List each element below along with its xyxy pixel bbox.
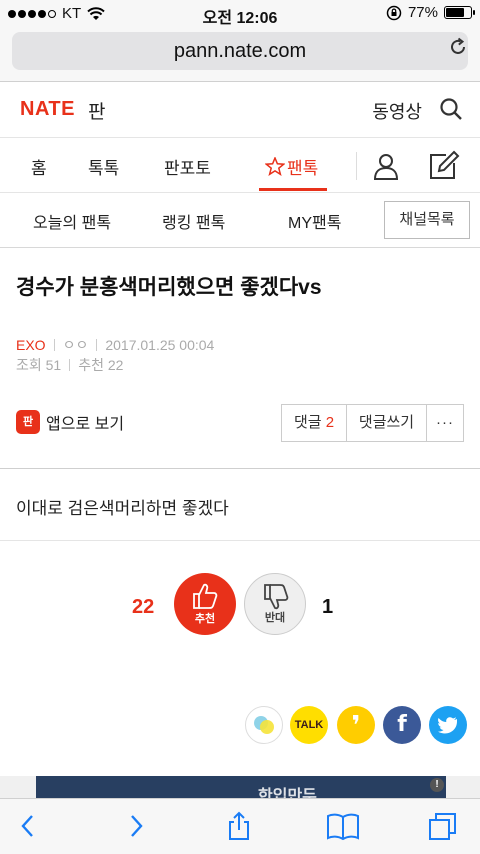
share-band-icon[interactable] <box>245 706 283 744</box>
thumbs-down-icon <box>264 584 289 610</box>
downvote-button[interactable]: 반대 <box>244 573 306 635</box>
browser-toolbar <box>0 798 480 854</box>
tab-pan-photo[interactable]: 판포토 <box>164 154 211 179</box>
band-logo-icon <box>254 716 274 734</box>
search-icon[interactable] <box>438 96 464 122</box>
subtab-ranking-fantalk[interactable]: 랭킹 팬톡 <box>162 209 225 233</box>
main-tabs: 홈 톡톡 판포토 팬톡 <box>0 138 480 193</box>
meta-divider <box>53 339 55 351</box>
post-views: 조회 51 <box>16 357 62 373</box>
app-view-link[interactable]: 판 앱으로 보기 <box>16 410 124 434</box>
url-field[interactable]: pann.nate.com <box>12 32 468 70</box>
upvote-count: 22 <box>132 596 155 618</box>
video-link[interactable]: 동영상 <box>372 98 422 124</box>
nate-logo[interactable]: NATE <box>20 98 75 121</box>
post-recommends: 추천 22 <box>78 357 124 373</box>
status-right: 77% <box>386 4 475 21</box>
meta-divider <box>69 359 71 371</box>
tab-home[interactable]: 홈 <box>31 154 47 179</box>
star-icon <box>265 157 285 176</box>
write-comment-button[interactable]: 댓글쓰기 <box>347 405 427 441</box>
battery-icon <box>444 6 475 19</box>
share-facebook-icon[interactable]: f <box>383 706 421 744</box>
post-author: ㅇㅇ <box>62 337 89 353</box>
post-title: 경수가 분홍색머리했으면 좋겠다vs <box>16 276 322 299</box>
thumbs-up-icon <box>193 583 218 609</box>
pan-app-icon: 판 <box>16 410 40 434</box>
downvote-count: 1 <box>322 596 334 618</box>
subtab-my-fantalk[interactable]: MY팬톡 <box>288 209 341 233</box>
status-bar: KT 오전 12:06 77% <box>0 0 480 28</box>
comments-button[interactable]: 댓글 2 <box>282 405 347 441</box>
share-twitter-icon[interactable] <box>429 706 467 744</box>
post-meta: EXO ㅇㅇ 2017.01.25 00:04 <box>16 335 214 355</box>
comments-label: 댓글 <box>293 414 322 431</box>
meta-divider <box>96 339 98 351</box>
content-divider <box>0 468 480 469</box>
back-icon[interactable] <box>14 811 44 841</box>
active-tab-indicator <box>259 188 327 191</box>
channel-list-button[interactable]: 채널목록 <box>384 201 470 239</box>
subtab-today-fantalk[interactable]: 오늘의 팬톡 <box>33 209 111 233</box>
tab-fantalk-label: 팬톡 <box>287 159 319 178</box>
app-view-label: 앱으로 보기 <box>46 416 125 433</box>
sub-tabs: 오늘의 팬톡 랭킹 팬톡 MY팬톡 채널목록 <box>0 193 480 248</box>
user-icon[interactable] <box>372 152 400 180</box>
post-date: 2017.01.25 00:04 <box>105 337 215 353</box>
section-title[interactable]: 판 <box>88 97 105 124</box>
battery-percent: 77% <box>407 4 438 21</box>
more-button[interactable]: ··· <box>427 405 463 441</box>
post-body: 이대로 검은색머리하면 좋겠다 <box>16 499 229 518</box>
tab-divider <box>356 152 357 180</box>
share-icon[interactable] <box>224 811 254 841</box>
ad-text: 한입만두 <box>258 788 317 798</box>
reload-icon[interactable] <box>448 37 468 57</box>
browser-address-bar: pann.nate.com <box>0 28 480 82</box>
forward-icon[interactable] <box>120 811 150 841</box>
post-category[interactable]: EXO <box>16 337 46 353</box>
tabs-icon[interactable] <box>428 811 458 841</box>
share-kakaostory-icon[interactable]: ❜ <box>337 706 375 744</box>
content-divider <box>0 540 480 541</box>
post-stats: 조회 51 추천 22 <box>16 355 123 375</box>
ad-banner[interactable]: 한입만두 ! <box>36 776 446 798</box>
upvote-label: 추천 <box>194 613 216 625</box>
bookmarks-icon[interactable] <box>326 811 360 841</box>
ad-info-icon[interactable]: ! <box>430 778 444 792</box>
rotation-lock-icon <box>386 5 402 20</box>
downvote-label: 반대 <box>264 612 286 624</box>
upvote-button[interactable]: 추천 <box>174 573 236 635</box>
write-post-icon[interactable] <box>428 150 460 180</box>
comments-count: 2 <box>325 414 335 431</box>
post-action-buttons: 댓글 2 댓글쓰기 ··· <box>281 404 464 442</box>
tab-toktok[interactable]: 톡톡 <box>88 154 119 179</box>
site-header: NATE 판 동영상 <box>0 82 480 138</box>
twitter-bird-icon <box>438 717 457 734</box>
share-kakaotalk-icon[interactable]: TALK <box>290 706 328 744</box>
tab-fantalk[interactable]: 팬톡 <box>265 154 318 179</box>
